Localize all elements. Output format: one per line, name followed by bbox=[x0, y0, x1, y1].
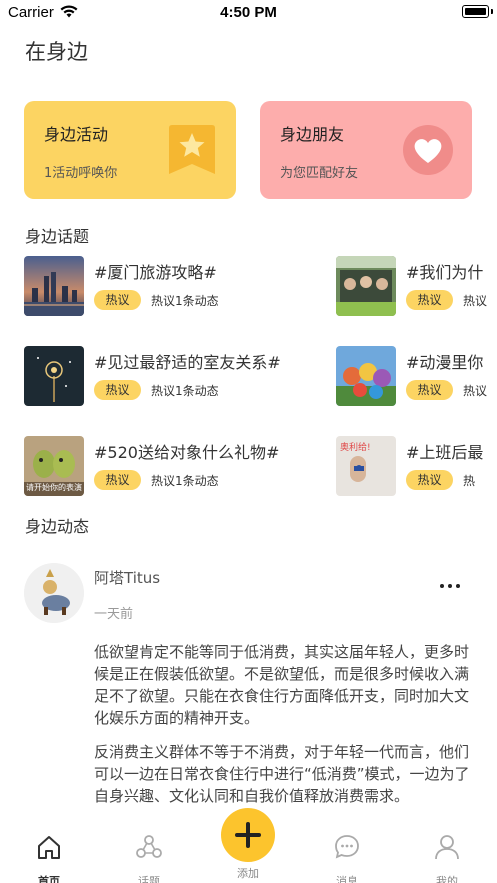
tab-topics[interactable]: 话题 bbox=[119, 833, 179, 883]
topic-thumbnail bbox=[24, 256, 84, 316]
battery-icon bbox=[462, 5, 489, 18]
hot-badge: 热议 bbox=[94, 290, 141, 310]
thumb-caption: 请开始你的表演 bbox=[26, 483, 82, 492]
hot-badge: 热议 bbox=[406, 470, 453, 490]
topic-title: #520送给对象什么礼物# bbox=[94, 443, 280, 462]
post-paragraph: 低欲望肯定不能等同于低消费，其实这届年轻人，更多时候是正在假装低欲望。不是欲望低… bbox=[94, 643, 470, 727]
tab-label: 话题 bbox=[138, 875, 160, 883]
topics-icon bbox=[136, 835, 162, 858]
battery-tip bbox=[491, 9, 493, 14]
topic-item[interactable]: #我们为什 热议 热议 bbox=[336, 256, 497, 318]
topic-count: 热议 bbox=[463, 384, 488, 398]
tab-messages[interactable]: 消息 bbox=[317, 833, 377, 883]
topic-item[interactable]: 请开始你的表演 #520送给对象什么礼物# 热议 热议1条动态 bbox=[24, 436, 314, 498]
topic-count: 热议1条动态 bbox=[151, 294, 219, 308]
status-time: 4:50 PM bbox=[220, 4, 277, 21]
topic-thumbnail bbox=[336, 256, 396, 316]
topic-count: 热议1条动态 bbox=[151, 474, 219, 488]
topic-count: 热议 bbox=[463, 294, 488, 308]
topic-title: #厦门旅游攻略# bbox=[94, 263, 217, 282]
thumb-caption: 奥利给! bbox=[340, 443, 371, 453]
message-icon bbox=[335, 835, 359, 859]
star-bookmark-icon bbox=[169, 125, 215, 174]
tab-label: 消息 bbox=[336, 875, 358, 883]
topic-thumbnail bbox=[336, 346, 396, 406]
topic-thumbnail bbox=[24, 346, 84, 406]
hot-badge: 热议 bbox=[406, 380, 453, 400]
card-subtitle: 1活动呼唤你 bbox=[44, 166, 118, 181]
tab-label: 首页 bbox=[38, 875, 60, 883]
tab-label: 我的 bbox=[436, 875, 458, 883]
hot-badge: 热议 bbox=[94, 470, 141, 490]
topic-title: #上班后最 bbox=[406, 443, 484, 462]
post-username[interactable]: 阿塔Titus bbox=[94, 567, 160, 588]
topic-title: #我们为什 bbox=[406, 263, 484, 282]
topic-title: #动漫里你 bbox=[406, 353, 484, 372]
nearby-activity-card[interactable]: 身边活动 1活动呼唤你 bbox=[24, 101, 236, 199]
add-label: 添加 bbox=[237, 867, 259, 880]
tab-home[interactable]: 首页 bbox=[19, 833, 79, 883]
topic-item[interactable]: #厦门旅游攻略# 热议 热议1条动态 bbox=[24, 256, 314, 318]
post-paragraph: 反消费主义群体不等于不消费，对于年轻一代而言，他们可以一边在日常衣食住行中进行“… bbox=[94, 743, 470, 805]
topic-item[interactable]: 奥利给! #上班后最 热议 热 bbox=[336, 436, 497, 498]
post-time: 一天前 bbox=[94, 607, 134, 622]
topic-thumbnail: 请开始你的表演 bbox=[24, 436, 84, 496]
page-title: 在身边 bbox=[25, 40, 88, 64]
feed-section-title: 身边动态 bbox=[25, 517, 90, 536]
tab-mine[interactable]: 我的 bbox=[417, 833, 477, 883]
card-title: 身边活动 bbox=[44, 125, 109, 144]
home-icon bbox=[38, 836, 60, 859]
topics-section-title: 身边话题 bbox=[25, 227, 90, 246]
hot-badge: 热议 bbox=[94, 380, 141, 400]
nearby-friends-card[interactable]: 身边朋友 为您匹配好友 bbox=[260, 101, 472, 199]
topic-thumbnail: 奥利给! bbox=[336, 436, 396, 496]
user-icon bbox=[435, 835, 459, 860]
topic-count: 热议1条动态 bbox=[151, 384, 219, 398]
card-subtitle: 为您匹配好友 bbox=[280, 166, 359, 181]
status-bar: Carrier 4:50 PM bbox=[0, 0, 497, 26]
hot-badge: 热议 bbox=[406, 290, 453, 310]
more-options-icon[interactable] bbox=[438, 580, 462, 592]
avatar[interactable] bbox=[24, 563, 84, 623]
topic-item[interactable]: #动漫里你 热议 热议 bbox=[336, 346, 497, 408]
topic-title: #见过最舒适的室友关系# bbox=[94, 353, 281, 372]
heart-icon bbox=[403, 125, 453, 175]
topic-count: 热 bbox=[463, 474, 476, 488]
add-button[interactable] bbox=[221, 808, 275, 862]
topic-item[interactable]: #见过最舒适的室友关系# 热议 热议1条动态 bbox=[24, 346, 314, 408]
card-title: 身边朋友 bbox=[280, 125, 345, 144]
